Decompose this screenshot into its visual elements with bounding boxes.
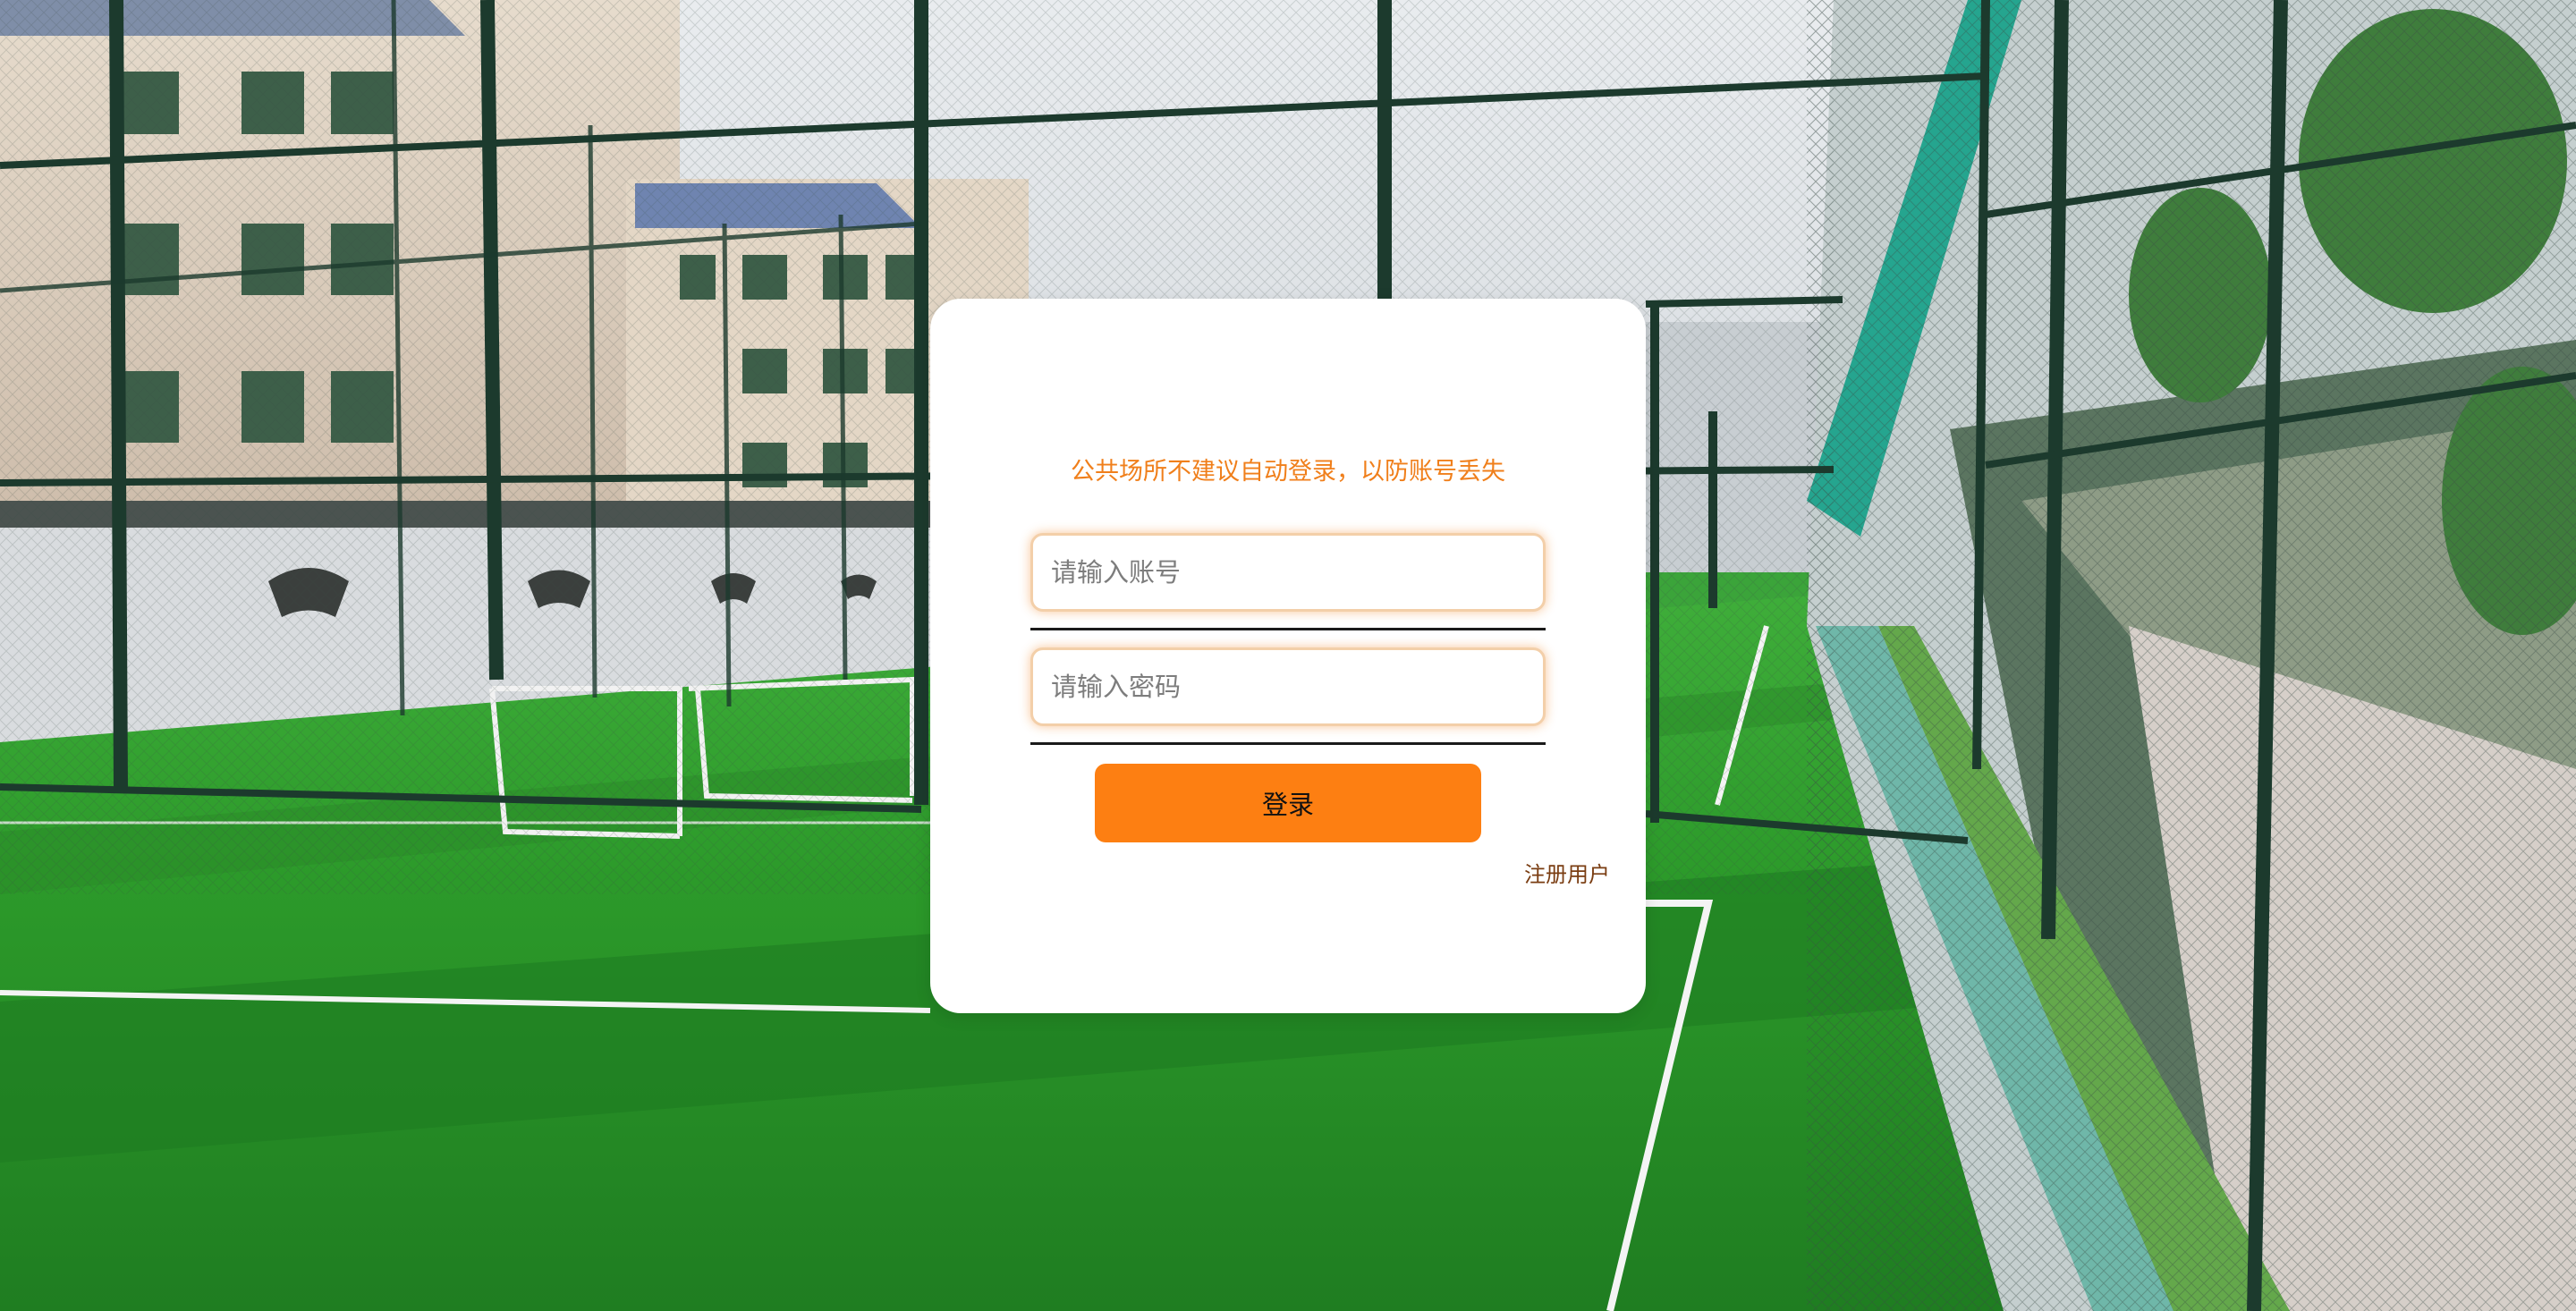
auto-login-notice: 公共场所不建议自动登录，以防账号丢失 (1071, 458, 1505, 486)
password-field-group (1030, 647, 1546, 745)
account-underline (1030, 628, 1546, 630)
register-user-link[interactable]: 注册用户 (1512, 858, 1610, 891)
password-underline (1030, 742, 1546, 745)
password-input[interactable] (1030, 647, 1546, 726)
account-field-group (1030, 533, 1546, 630)
account-input[interactable] (1030, 533, 1546, 612)
login-button[interactable]: 登录 (1095, 764, 1481, 842)
